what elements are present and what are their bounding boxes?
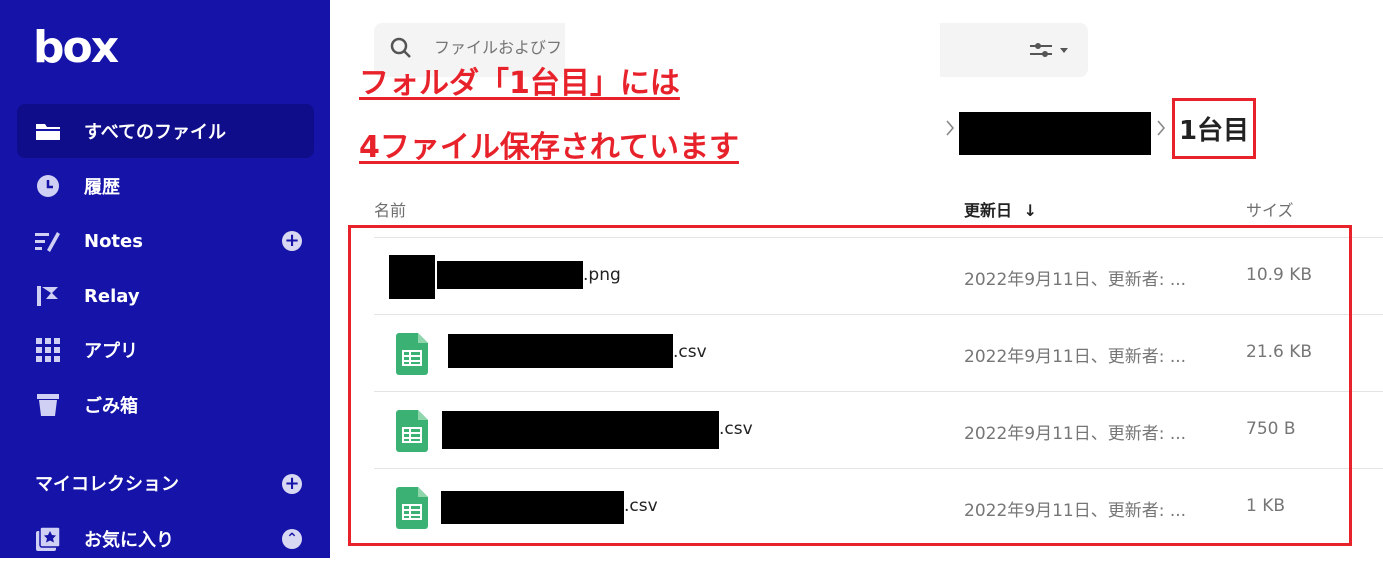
- sidebar-item-label: すべてのファイル: [84, 122, 227, 143]
- sidebar-item-all-files[interactable]: すべてのファイル: [17, 104, 314, 158]
- add-note-icon[interactable]: +: [282, 231, 302, 251]
- sidebar-item-apps[interactable]: アプリ: [17, 323, 314, 377]
- column-header-updated-label: 更新日: [964, 201, 1013, 220]
- box-logo[interactable]: box: [33, 24, 119, 72]
- annotation-line-2: 4ファイル保存されています: [359, 130, 739, 165]
- sidebar-item-label: アプリ: [84, 341, 138, 362]
- column-header-name[interactable]: 名前: [374, 197, 406, 221]
- column-header-updated[interactable]: 更新日 ↓: [964, 197, 1037, 221]
- my-collections-title: マイコレクション: [35, 474, 179, 495]
- annotation-highlight-box: [348, 225, 1352, 546]
- breadcrumb-current-folder: 1台目: [1172, 98, 1256, 159]
- sort-descending-icon: ↓: [1023, 201, 1037, 220]
- chevron-up-icon[interactable]: ⌃: [282, 529, 302, 549]
- trash-icon: [35, 393, 61, 417]
- chevron-right-icon: [946, 120, 955, 136]
- sidebar-item-label: Relay: [84, 285, 140, 307]
- sidebar-item-notes[interactable]: Notes +: [17, 214, 314, 268]
- sidebar-item-history[interactable]: 履歴: [17, 159, 314, 213]
- relay-icon: [35, 284, 61, 308]
- sidebar-item-label: Notes: [84, 230, 143, 252]
- folder-icon: [35, 119, 61, 143]
- add-collection-icon[interactable]: +: [282, 474, 302, 494]
- notes-icon: [35, 229, 61, 253]
- apps-grid-icon: [35, 338, 61, 362]
- sidebar-item-label: お気に入り: [84, 530, 174, 551]
- column-header-size[interactable]: サイズ: [1246, 197, 1294, 221]
- star-collection-icon: [35, 527, 61, 551]
- sidebar-item-relay[interactable]: Relay: [17, 269, 314, 323]
- sidebar-item-trash[interactable]: ごみ箱: [17, 378, 314, 432]
- chevron-right-icon: [1157, 120, 1166, 136]
- sidebar: box すべてのファイル 履歴 Notes + Relay アプリ ごみ箱 マイ…: [0, 0, 330, 558]
- filter-icon[interactable]: [1030, 41, 1070, 63]
- sidebar-item-label: 履歴: [84, 177, 120, 198]
- sidebar-item-label: ごみ箱: [84, 396, 138, 417]
- annotation-line-1: フォルダ「1台目」には: [359, 66, 680, 101]
- breadcrumb-parent-redacted[interactable]: [959, 112, 1151, 155]
- clock-icon: [35, 174, 61, 198]
